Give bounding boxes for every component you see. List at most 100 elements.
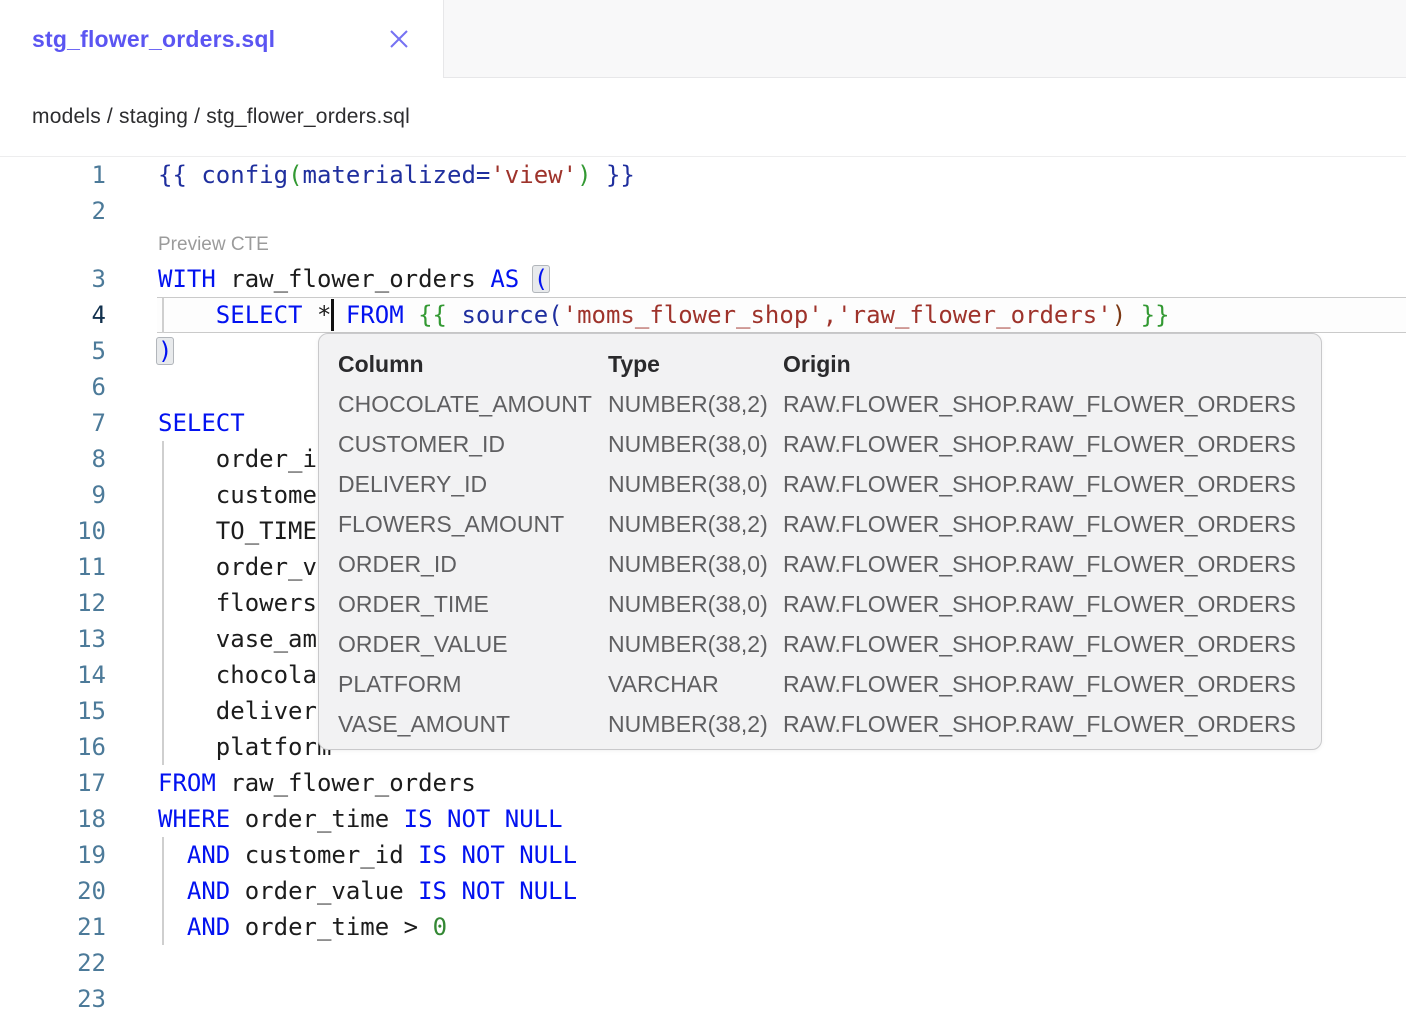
popup-cell-column: VASE_AMOUNT [338,711,608,738]
code-line-12[interactable]: flowers [158,585,317,621]
line-number-17: 17 [0,765,106,801]
popup-cell-column: CHOCOLATE_AMOUNT [338,391,608,418]
popup-row-chocolate_amount: CHOCOLATE_AMOUNTNUMBER(38,2)RAW.FLOWER_S… [338,384,1321,424]
code-token: 'raw_flower_orders' [837,301,1112,329]
code-token [158,301,216,329]
line-number-3: 3 [0,261,106,297]
code-token: chocola [158,661,317,689]
matched-bracket: ( [532,265,550,293]
line-number-10: 10 [0,513,106,549]
popup-row-flowers_amount: FLOWERS_AMOUNTNUMBER(38,2)RAW.FLOWER_SHO… [338,504,1321,544]
code-token: order_time [230,805,403,833]
code-line-1[interactable]: {{ config(materialized='view') }} [158,157,635,193]
code-line-7[interactable]: SELECT [158,405,245,441]
code-token: {{ [158,161,201,189]
code-token: ) [1112,301,1126,329]
code-line-8[interactable]: order_i [158,441,317,477]
code-line-21[interactable]: AND order_time > 0 [158,909,447,945]
text-cursor [331,299,334,331]
code-line-13[interactable]: vase_am [158,621,317,657]
code-line-4[interactable]: SELECT * FROM {{ source('moms_flower_sho… [158,297,1170,333]
close-icon [386,26,412,52]
popup-cell-column: ORDER_VALUE [338,631,608,658]
code-line-5[interactable]: ) [158,333,172,369]
code-token: WITH [158,265,216,293]
popup-cell-column: FLOWERS_AMOUNT [338,511,608,538]
code-token [158,877,187,905]
popup-cell-origin: RAW.FLOWER_SHOP.RAW_FLOWER_ORDERS [783,631,1321,658]
code-line-17[interactable]: FROM raw_flower_orders [158,765,476,801]
line-number-22: 22 [0,945,106,981]
code-editor[interactable]: Preview CTE 1{{ config(materialized='vie… [0,157,1406,994]
popup-row-order_id: ORDER_IDNUMBER(38,0)RAW.FLOWER_SHOP.RAW_… [338,544,1321,584]
code-token: * [317,301,331,329]
code-token: flowers [158,589,317,617]
code-line-20[interactable]: AND order_value IS NOT NULL [158,873,577,909]
code-token: TO_TIME [158,517,317,545]
preview-cte-code-lens[interactable]: Preview CTE [158,229,269,261]
code-token: raw_flower_orders [216,769,476,797]
code-line-18[interactable]: WHERE order_time IS NOT NULL [158,801,563,837]
code-token: ) [577,161,591,189]
popup-cell-origin: RAW.FLOWER_SHOP.RAW_FLOWER_ORDERS [783,711,1321,738]
popup-row-platform: PLATFORMVARCHARRAW.FLOWER_SHOP.RAW_FLOWE… [338,664,1321,704]
popup-cell-origin: RAW.FLOWER_SHOP.RAW_FLOWER_ORDERS [783,591,1321,618]
code-token: vase_am [158,625,317,653]
line-number-11: 11 [0,549,106,585]
code-line-16[interactable]: platform [158,729,331,765]
column-preview-popup: Column Type Origin CHOCOLATE_AMOUNTNUMBE… [318,333,1322,750]
code-token: AS [490,265,519,293]
popup-cell-type: NUMBER(38,0) [608,591,783,618]
code-token: {{ [418,301,447,329]
code-line-19[interactable]: AND customer_id IS NOT NULL [158,837,577,873]
popup-cell-origin: RAW.FLOWER_SHOP.RAW_FLOWER_ORDERS [783,671,1321,698]
line-number-4: 4 [0,297,106,333]
tab-close-button[interactable] [384,24,414,54]
popup-row-vase_amount: VASE_AMOUNTNUMBER(38,2)RAW.FLOWER_SHOP.R… [338,704,1321,744]
code-token: 'moms_flower_shop' [563,301,823,329]
code-token [418,913,432,941]
code-token: ( [548,301,562,329]
matched-bracket: ) [156,337,174,365]
code-token: 'view' [490,161,577,189]
popup-header-column: Column [338,351,608,378]
line-number-19: 19 [0,837,106,873]
line-number-7: 7 [0,405,106,441]
code-line-9[interactable]: custome [158,477,317,513]
code-token: 0 [433,913,447,941]
code-token: WHERE [158,805,230,833]
code-token [404,301,418,329]
line-number-8: 8 [0,441,106,477]
code-token: FROM [346,301,404,329]
code-line-14[interactable]: chocola [158,657,317,693]
code-line-10[interactable]: TO_TIME [158,513,317,549]
popup-cell-type: NUMBER(38,2) [608,391,783,418]
code-line-15[interactable]: deliver [158,693,317,729]
popup-cell-type: NUMBER(38,0) [608,471,783,498]
code-token: IS NOT NULL [418,877,577,905]
popup-cell-origin: RAW.FLOWER_SHOP.RAW_FLOWER_ORDERS [783,431,1321,458]
code-token: custome [158,481,317,509]
popup-cell-origin: RAW.FLOWER_SHOP.RAW_FLOWER_ORDERS [783,511,1321,538]
tab-stg-flower-orders[interactable]: stg_flower_orders.sql [0,0,443,78]
code-token: order_v [158,553,317,581]
code-token [1126,301,1140,329]
code-token: SELECT [158,409,245,437]
code-token: ( [288,161,302,189]
line-number-23: 23 [0,981,106,1017]
code-line-3[interactable]: WITH raw_flower_orders AS ( [158,261,548,297]
code-line-11[interactable]: order_v [158,549,317,585]
popup-cell-type: NUMBER(38,2) [608,631,783,658]
popup-header-origin: Origin [783,351,1321,378]
line-number-5: 5 [0,333,106,369]
popup-row-delivery_id: DELIVERY_IDNUMBER(38,0)RAW.FLOWER_SHOP.R… [338,464,1321,504]
line-number-15: 15 [0,693,106,729]
popup-rows: CHOCOLATE_AMOUNTNUMBER(38,2)RAW.FLOWER_S… [338,384,1321,744]
popup-header-row: Column Type Origin [338,344,1321,384]
line-number-2: 2 [0,193,106,229]
line-number-18: 18 [0,801,106,837]
code-token: deliver [158,697,317,725]
breadcrumb-bar: models / staging / stg_flower_orders.sql [0,78,1406,157]
code-token: SELECT [216,301,303,329]
line-number-21: 21 [0,909,106,945]
